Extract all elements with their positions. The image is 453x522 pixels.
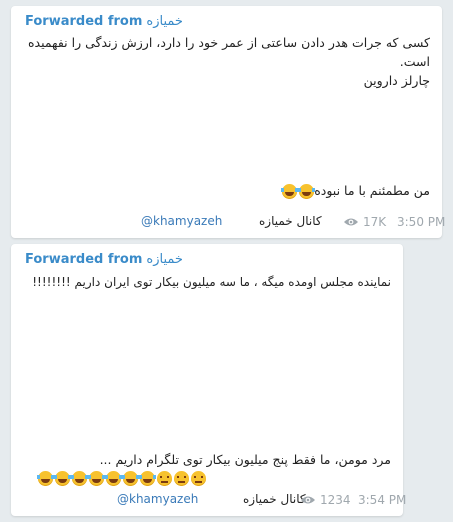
message-caption: مرد مومن، ما فقط پنج میلیون بیکار توی تل…	[99, 452, 391, 467]
face-with-tears-of-joy-icon	[139, 471, 156, 486]
message-line: کسی که جرات هدر دادن ساعتی از عمر خود را…	[27, 35, 430, 50]
view-count: 1234	[300, 493, 351, 507]
message-line: است.	[399, 54, 430, 69]
message-bubble[interactable]: Forwarded from خمیازه کسی که جرات هدر داد…	[11, 6, 445, 238]
view-count-value: 17K	[363, 215, 387, 229]
emoji-row	[37, 468, 207, 487]
face-with-tears-of-joy-icon	[281, 184, 298, 199]
message-footer: @khamyazeh کانال خمیازه 1234 3:54 PM	[25, 492, 406, 510]
view-count: 17K	[343, 215, 386, 229]
forwarded-label: Forwarded from	[25, 14, 143, 29]
message-time: 3:50 PM	[397, 215, 446, 229]
forwarded-source-name[interactable]: خمیازه	[146, 14, 183, 29]
forwarded-header[interactable]: Forwarded from خمیازه	[25, 252, 183, 267]
pensive-face-icon	[191, 471, 206, 486]
emoji-row	[281, 181, 315, 200]
message-line: چارلز داروین	[363, 73, 430, 88]
message-time: 3:54 PM	[358, 493, 407, 507]
pensive-face-icon	[157, 471, 172, 486]
pensive-face-icon	[174, 471, 189, 486]
message-bubble[interactable]: Forwarded from خمیازه نماینده مجلس اومده …	[11, 244, 406, 516]
channel-tag-link[interactable]: @khamyazeh	[117, 492, 198, 506]
forwarded-source-name[interactable]: خمیازه	[146, 252, 183, 267]
face-with-tears-of-joy-icon	[88, 471, 105, 486]
eye-icon	[301, 496, 315, 504]
face-with-tears-of-joy-icon	[37, 471, 54, 486]
channel-name: کانال خمیازه	[259, 214, 322, 228]
face-with-tears-of-joy-icon	[122, 471, 139, 486]
message-text: کسی که جرات هدر دادن ساعتی از عمر خود را…	[25, 33, 430, 90]
face-with-tears-of-joy-icon	[54, 471, 71, 486]
channel-tag-link[interactable]: @khamyazeh	[141, 214, 222, 228]
message-line: نماینده مجلس اومده میگه ، ما سه میلیون ب…	[32, 275, 391, 289]
message-footer: @khamyazeh کانال خمیازه 17K 3:50 PM	[25, 214, 445, 232]
message-caption: من مطمئنم با ما نبوده	[314, 183, 430, 198]
face-with-tears-of-joy-icon	[105, 471, 122, 486]
view-count-value: 1234	[320, 493, 351, 507]
face-with-tears-of-joy-icon	[71, 471, 88, 486]
eye-icon	[344, 218, 358, 226]
forwarded-header[interactable]: Forwarded from خمیازه	[25, 14, 183, 29]
forwarded-label: Forwarded from	[25, 252, 143, 267]
message-text: نماینده مجلس اومده میگه ، ما سه میلیون ب…	[25, 273, 391, 292]
face-with-tears-of-joy-icon	[298, 184, 315, 199]
channel-name: کانال خمیازه	[243, 492, 306, 506]
